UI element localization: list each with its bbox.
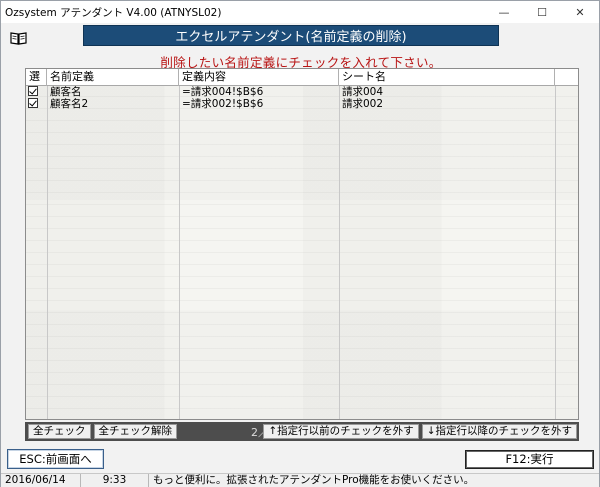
- column-header-name[interactable]: 名前定義: [47, 69, 179, 86]
- column-divider: [555, 86, 556, 419]
- column-header-filler: [555, 69, 578, 86]
- status-message: もっと便利に。拡張されたアテンダントPro機能をお使いください。: [153, 474, 475, 486]
- name-definition-list[interactable]: 選 名前定義 定義内容 シート名 顧客名 =請求004!$B$6 請求004 顧…: [25, 68, 579, 420]
- row-checkbox[interactable]: [28, 86, 38, 96]
- column-divider: [339, 86, 340, 419]
- table-row[interactable]: 顧客名 =請求004!$B$6 請求004: [26, 86, 578, 98]
- close-icon[interactable]: ✕: [561, 1, 599, 23]
- window-controls: — ☐ ✕: [485, 1, 599, 23]
- table-row[interactable]: 顧客名2 =請求002!$B$6 請求002: [26, 98, 578, 110]
- book-icon[interactable]: [10, 31, 27, 45]
- minimize-icon[interactable]: —: [485, 1, 523, 23]
- list-rows: 顧客名 =請求004!$B$6 請求004 顧客名2 =請求002!$B$6 請…: [26, 86, 578, 110]
- column-divider: [179, 86, 180, 419]
- row-sheet: 請求002: [342, 98, 384, 110]
- row-sheet: 請求004: [342, 86, 384, 98]
- maximize-icon[interactable]: ☐: [523, 1, 561, 23]
- row-definition: =請求002!$B$6: [182, 98, 264, 110]
- column-header-select[interactable]: 選: [26, 69, 47, 86]
- application-window: Ozsystem アテンダント V4.00 (ATNYSL02) — ☐ ✕ エ…: [0, 0, 600, 487]
- row-name: 顧客名2: [50, 98, 89, 110]
- uncheck-after-button[interactable]: ↓指定行以降のチェックを外す: [421, 424, 577, 439]
- uncheck-all-button[interactable]: 全チェック解除: [93, 424, 177, 439]
- row-uncheck-buttons: ↑指定行以前のチェックを外す ↓指定行以降のチェックを外す: [260, 424, 577, 439]
- list-action-bar: 全チェック 全チェック解除 2／2 ↑指定行以前のチェックを外す ↓指定行以降の…: [25, 422, 579, 441]
- title-bar: Ozsystem アテンダント V4.00 (ATNYSL02) — ☐ ✕: [1, 1, 599, 23]
- column-header-sheet[interactable]: シート名: [339, 69, 555, 86]
- status-time: 9:33: [81, 474, 149, 487]
- row-name: 顧客名: [50, 86, 82, 98]
- execute-button[interactable]: F12:実行: [465, 450, 594, 469]
- back-button[interactable]: ESC:前画面へ: [7, 449, 104, 469]
- list-background: [26, 86, 578, 419]
- page-title: エクセルアテンダント(名前定義の削除): [83, 25, 499, 46]
- check-all-button[interactable]: 全チェック: [28, 424, 91, 439]
- list-header: 選 名前定義 定義内容 シート名: [26, 69, 578, 86]
- status-bar: 2016/06/14 9:33 もっと便利に。拡張されたアテンダントPro機能を…: [1, 473, 599, 487]
- column-header-definition[interactable]: 定義内容: [179, 69, 339, 86]
- row-checkbox[interactable]: [28, 98, 38, 108]
- uncheck-before-button[interactable]: ↑指定行以前のチェックを外す: [263, 424, 419, 439]
- row-definition: =請求004!$B$6: [182, 86, 264, 98]
- window-title: Ozsystem アテンダント V4.00 (ATNYSL02): [5, 6, 222, 19]
- status-date: 2016/06/14: [1, 474, 81, 487]
- column-divider: [47, 86, 48, 419]
